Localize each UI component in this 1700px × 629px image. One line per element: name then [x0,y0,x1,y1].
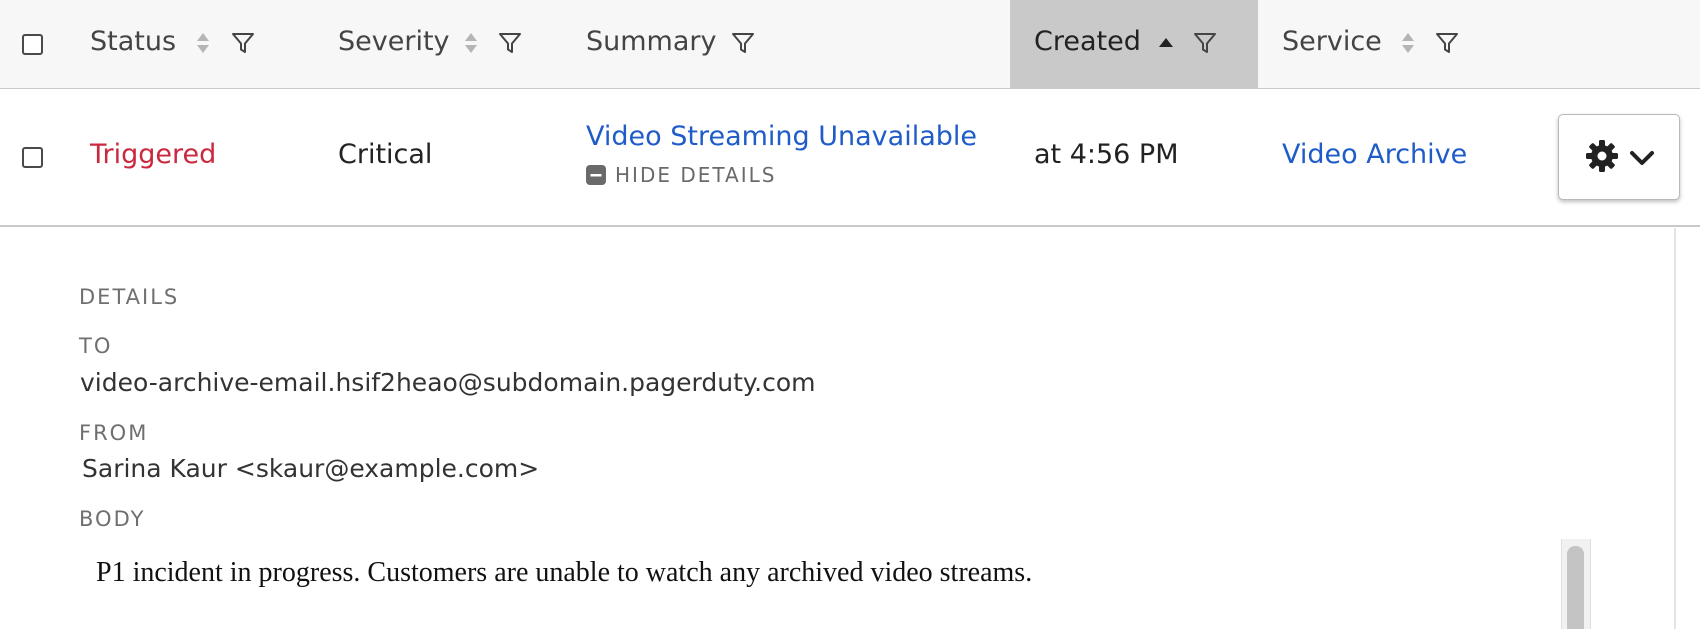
filter-icon[interactable] [1435,31,1459,55]
row-select-checkbox[interactable] [22,147,43,168]
incident-summary-link[interactable]: Video Streaming Unavailable [586,120,977,154]
sort-icon[interactable] [1400,31,1416,55]
details-panel-border [1674,228,1676,629]
chevron-down-icon [1630,151,1654,165]
filter-icon[interactable] [498,31,522,55]
sort-ascending-icon[interactable] [1158,36,1174,50]
hide-details-label: HIDE DETAILS [615,163,777,187]
select-all-checkbox[interactable] [22,34,43,55]
from-label: FROM [79,421,149,445]
service-link[interactable]: Video Archive [1282,138,1467,172]
details-heading: DETAILS [79,285,180,309]
to-label: TO [79,334,113,358]
sort-icon[interactable] [195,31,211,55]
sort-icon[interactable] [463,31,479,55]
summary-column-header[interactable]: Summary [586,25,716,59]
severity-column-header[interactable]: Severity [338,25,450,59]
body-scrollbar-thumb[interactable] [1567,546,1584,629]
minus-square-icon [586,165,606,185]
status-column-header[interactable]: Status [90,25,176,59]
status-triggered: Triggered [90,139,217,170]
gear-icon [1586,140,1618,172]
severity-value: Critical [338,139,433,170]
filter-icon[interactable] [731,31,755,55]
filter-icon[interactable] [1193,31,1217,55]
row-actions-button[interactable] [1558,114,1680,200]
filter-icon[interactable] [231,31,255,55]
service-column-header[interactable]: Service [1282,25,1382,59]
created-column-header[interactable]: Created [1034,25,1141,59]
hide-details-toggle[interactable]: HIDE DETAILS [586,163,776,187]
body-label: BODY [79,507,146,531]
row-divider [0,225,1700,227]
created-time: at 4:56 PM [1034,139,1179,170]
from-value: Sarina Kaur <skaur@example.com> [82,454,540,483]
body-value: P1 incident in progress. Customers are u… [96,557,1033,588]
to-value: video-archive-email.hsif2heao@subdomain.… [80,368,816,397]
